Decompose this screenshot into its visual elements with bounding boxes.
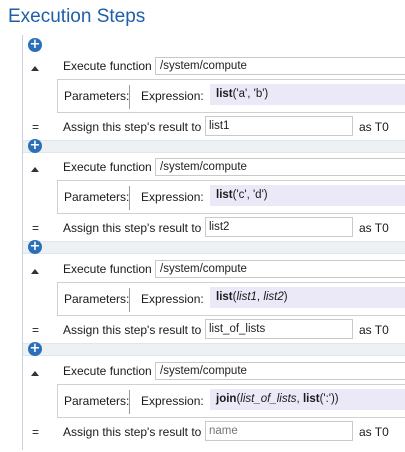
execute-function-label: Execute function [63,364,152,378]
expression-label: Expression: [141,190,204,204]
parameters-box: Parameters: Expression: list(list1, list… [57,282,405,316]
expression-field[interactable]: list(list1, list2) [210,287,405,308]
expression-token: ('c', 'd') [232,189,268,201]
function-path-input[interactable] [155,158,405,176]
execute-function-label: Execute function [63,262,152,276]
function-path-input[interactable] [155,57,405,75]
expression-label: Expression: [141,89,204,103]
expression-token: list [216,88,233,100]
execution-step: Execute function Parameters: Expression:… [0,260,405,350]
result-name-input[interactable] [205,319,353,339]
collapse-icon[interactable] [31,269,39,274]
as-label: as T0 [359,221,389,235]
collapse-icon[interactable] [31,167,39,172]
expression-token: list2 [263,291,284,303]
parameters-box: Parameters: Expression: join(list_of_lis… [57,384,405,418]
add-step-button[interactable]: + [28,38,42,52]
expression-token: ) [283,291,288,303]
expression-token: ('a', 'b') [232,88,269,100]
collapse-icon[interactable] [31,66,39,71]
divider [129,186,130,210]
expression-token: list1 [236,291,257,303]
expression-token: list [302,393,320,405]
result-name-input[interactable] [205,116,353,136]
parameters-label: Parameters: [64,394,130,408]
parameters-label: Parameters: [64,89,130,103]
divider [129,288,130,312]
equals-icon: = [32,425,40,439]
equals-icon: = [32,221,40,235]
function-path-input[interactable] [155,362,405,380]
expression-label: Expression: [141,394,204,408]
expression-token: list [216,189,233,201]
assign-label: Assign this step's result to [63,425,202,439]
page-title: Execution Steps [8,6,146,27]
execution-step: Execute function Parameters: Expression:… [0,158,405,248]
expression-token: join [216,393,237,405]
as-label: as T0 [359,323,389,337]
expression-field[interactable]: list('c', 'd') [210,185,405,206]
execute-function-label: Execute function [63,160,152,174]
execution-step: Execute function Parameters: Expression:… [0,362,405,452]
execute-function-label: Execute function [63,59,152,73]
expression-label: Expression: [141,292,204,306]
expression-token: list [216,291,233,303]
assign-label: Assign this step's result to [63,221,202,235]
parameters-label: Parameters: [64,292,130,306]
divider [129,390,130,414]
equals-icon: = [32,323,40,337]
as-label: as T0 [359,120,389,134]
expression-token: (':')) [319,393,339,405]
divider [129,85,130,109]
result-name-input[interactable] [205,421,353,441]
function-path-input[interactable] [155,260,405,278]
assign-label: Assign this step's result to [63,120,202,134]
assign-label: Assign this step's result to [63,323,202,337]
equals-icon: = [32,120,40,134]
expression-field[interactable]: list('a', 'b') [210,84,405,105]
parameters-box: Parameters: Expression: list('c', 'd') [57,180,405,214]
expression-field[interactable]: join(list_of_lists, list(':')) [210,389,405,410]
execution-step: Execute function Parameters: Expression:… [0,57,405,147]
parameters-box: Parameters: Expression: list('a', 'b') [57,79,405,113]
parameters-label: Parameters: [64,190,130,204]
collapse-icon[interactable] [31,371,39,376]
plus-icon: + [29,37,41,52]
expression-token: list_of_lists [240,393,297,405]
result-name-input[interactable] [205,217,353,237]
as-label: as T0 [359,425,389,439]
